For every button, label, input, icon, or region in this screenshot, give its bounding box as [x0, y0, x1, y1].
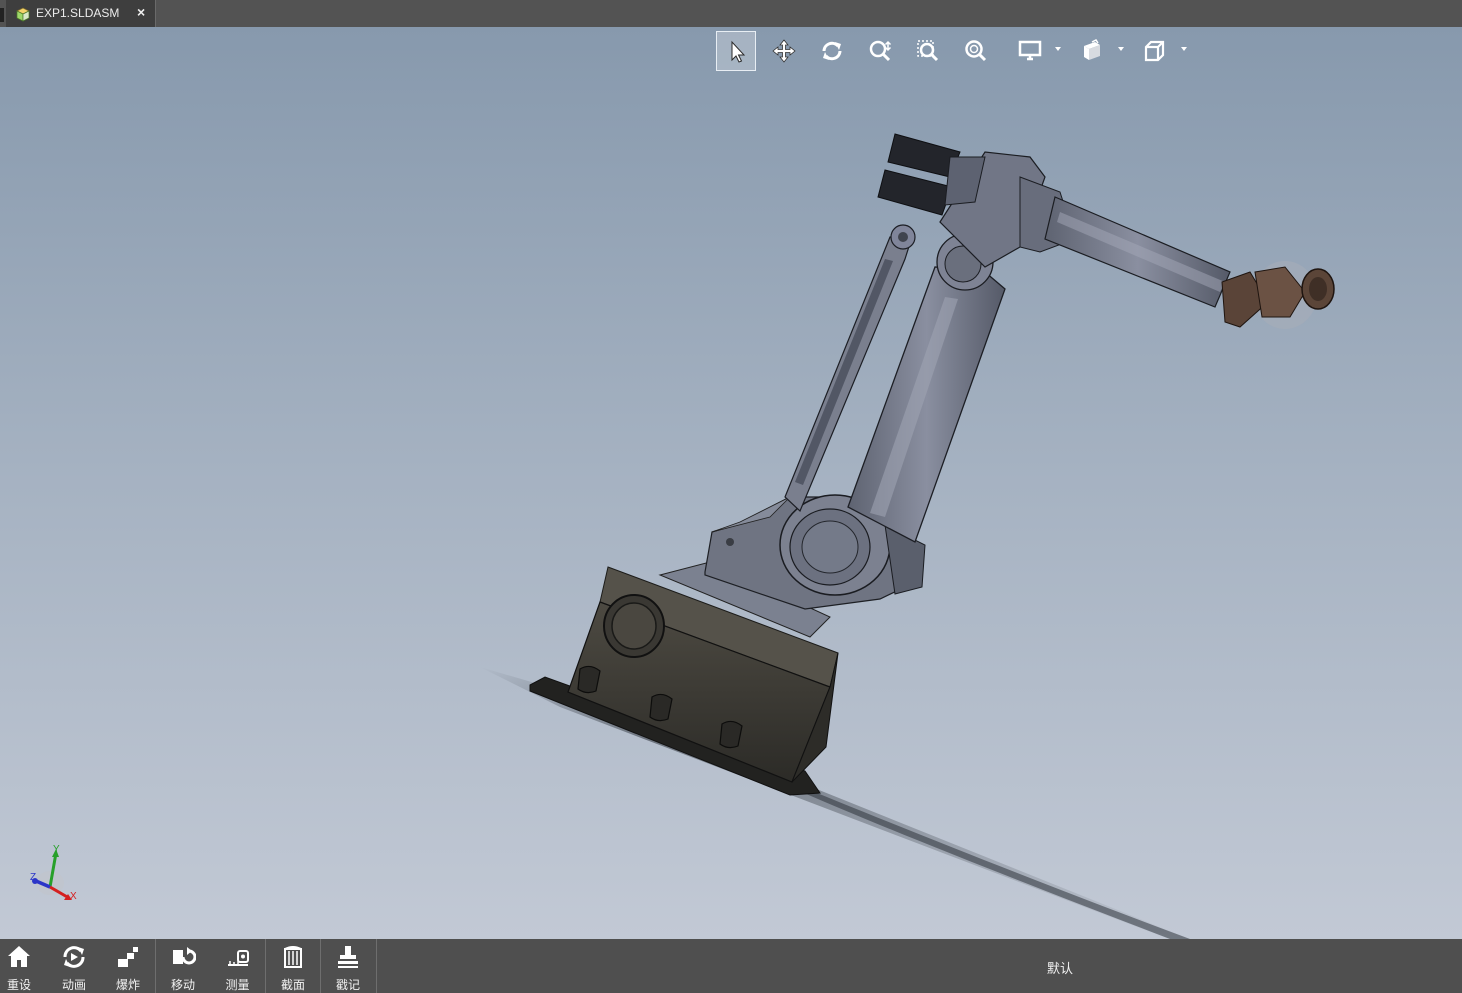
section-label: 截面	[280, 978, 305, 992]
animation-icon	[63, 946, 85, 968]
z-axis-label: Z	[30, 872, 36, 883]
reset-button[interactable]: 重设	[0, 939, 38, 993]
document-tab[interactable]: EXP1.SLDASM ×	[6, 0, 156, 27]
robot-arm-model[interactable]	[0, 27, 1462, 939]
assembly-icon	[14, 5, 32, 23]
explode-button[interactable]: 爆炸	[102, 939, 154, 993]
pan-button[interactable]	[764, 31, 804, 71]
zoom-to-fit-button[interactable]	[956, 31, 996, 71]
home-icon	[8, 946, 30, 967]
display-style-button[interactable]	[1010, 31, 1050, 71]
explode-icon	[118, 947, 138, 967]
toolbar-separator	[376, 939, 377, 993]
view-orientation-dropdown-arrow[interactable]	[1181, 47, 1187, 51]
explode-label: 爆炸	[115, 978, 140, 992]
rotate-button[interactable]	[812, 31, 852, 71]
section-icon	[284, 946, 302, 968]
close-tab-button[interactable]: ×	[137, 4, 145, 20]
title-bar: EXP1.SLDASM ×	[0, 0, 1462, 27]
reference-triad: Y X Z	[30, 844, 77, 902]
animation-button[interactable]: 动画	[46, 939, 102, 993]
window-edge	[0, 8, 4, 22]
measure-button[interactable]: 测量	[210, 939, 265, 993]
graphics-viewport[interactable]: Y X Z	[0, 27, 1462, 939]
zoom-in-out-icon	[869, 40, 892, 62]
configuration-name[interactable]: 默认	[1000, 958, 1120, 977]
select-button[interactable]	[716, 31, 756, 71]
stamp-label: 戳记	[335, 978, 360, 992]
base-slot	[719, 720, 743, 749]
zoom-area-icon	[917, 40, 939, 62]
bottom-toolbar: 重设 动画 爆炸 移动 测量 截面 戳记 默认	[0, 939, 1462, 993]
measure-label: 测量	[225, 978, 250, 992]
x-axis-label: X	[70, 891, 77, 902]
section-view-button[interactable]	[1072, 31, 1112, 71]
section-view-icon	[1084, 39, 1100, 60]
reset-label: 重设	[6, 978, 31, 992]
motor-lower	[877, 169, 953, 216]
pointer-icon	[731, 40, 746, 63]
animation-label: 动画	[61, 978, 86, 992]
document-title: EXP1.SLDASM	[36, 6, 120, 20]
section-view-dropdown-arrow[interactable]	[1118, 47, 1124, 51]
section-button[interactable]: 截面	[266, 939, 320, 993]
monitor-icon	[1018, 40, 1042, 61]
move-button[interactable]: 移动	[156, 939, 210, 993]
stamp-icon	[338, 946, 358, 968]
base-slot	[649, 693, 673, 722]
zoom-fit-icon	[965, 40, 987, 62]
move-icon	[173, 947, 196, 965]
zoom-in-out-button[interactable]	[860, 31, 900, 71]
move-label: 移动	[170, 978, 195, 992]
measure-icon	[227, 950, 249, 966]
view-orientation-button[interactable]	[1134, 31, 1174, 71]
cube-view-icon	[1144, 40, 1165, 62]
stamp-button[interactable]: 戳记	[321, 939, 375, 993]
display-style-dropdown-arrow[interactable]	[1055, 47, 1061, 51]
y-axis-label: Y	[53, 844, 60, 855]
zoom-to-area-button[interactable]	[908, 31, 948, 71]
pan-icon	[772, 39, 796, 63]
rotate-icon	[822, 41, 842, 61]
base-slot	[577, 665, 601, 694]
